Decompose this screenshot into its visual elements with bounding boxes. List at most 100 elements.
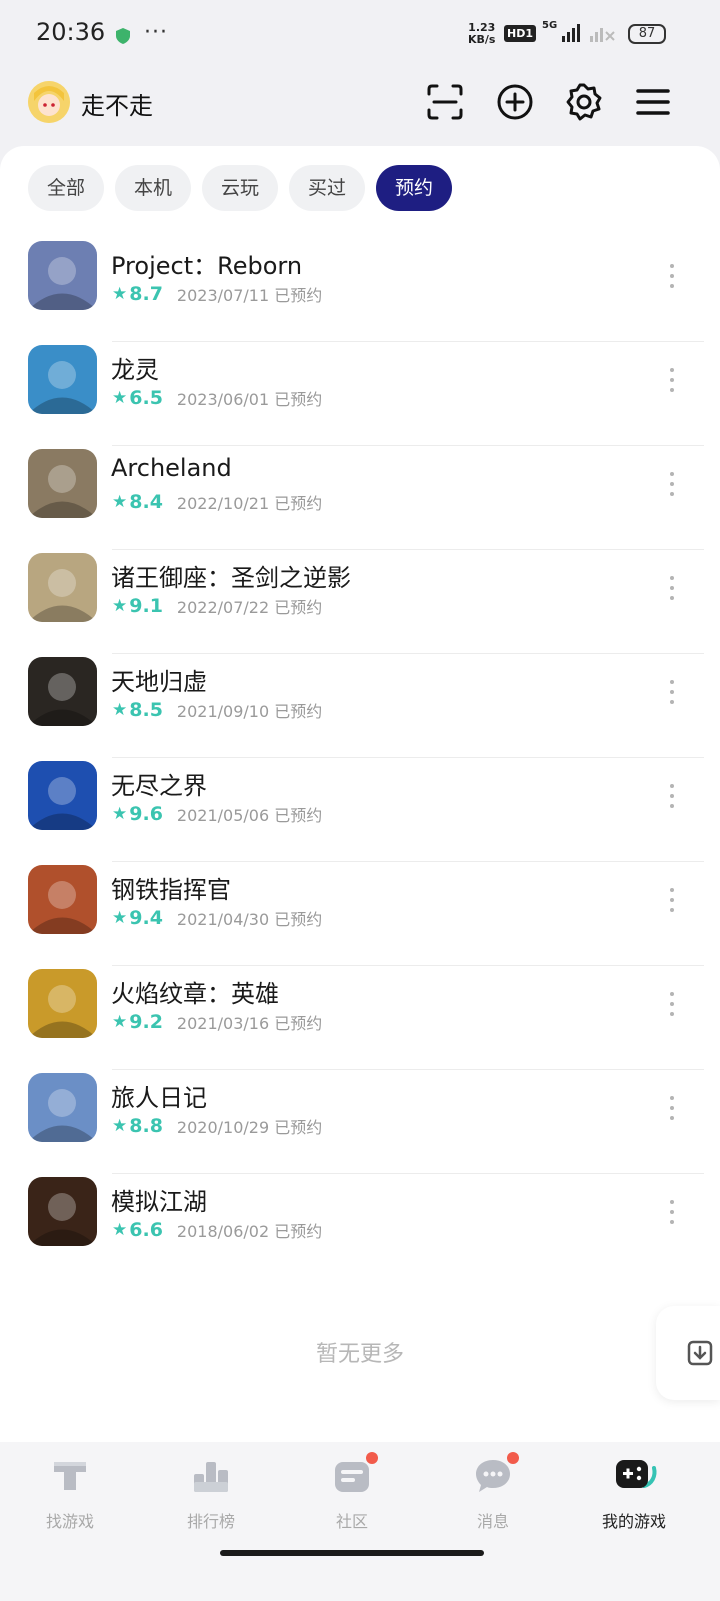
game-icon[interactable]	[28, 865, 97, 934]
tab-cloud[interactable]: 云玩	[202, 165, 278, 211]
home-indicator	[220, 1550, 484, 1556]
game-icon[interactable]	[28, 657, 97, 726]
game-score: 9.2	[129, 1011, 163, 1033]
game-score: 8.5	[129, 699, 163, 721]
download-icon	[687, 1340, 713, 1366]
scan-icon[interactable]	[425, 82, 465, 122]
tab-reserved[interactable]: 预约	[376, 165, 452, 211]
game-list-item[interactable]: 火焰纹章：英雄 ★ 9.2 2021/03/16 已预约	[0, 966, 720, 1070]
game-list-item[interactable]: 旅人日记 ★ 8.8 2020/10/29 已预约	[0, 1070, 720, 1174]
star-icon: ★	[112, 596, 128, 616]
game-name[interactable]: 龙灵	[111, 350, 159, 385]
reserve-date: 2021/09/10 已预约	[176, 702, 323, 721]
nav-messages[interactable]: 消息	[443, 1452, 543, 1532]
bottom-navigation: 找游戏 排行榜 社区 消息 我的游戏	[0, 1442, 720, 1601]
game-meta: ★ 6.6 2018/06/02 已预约	[112, 1218, 322, 1242]
game-name[interactable]: Project：Reborn	[111, 246, 302, 281]
game-name[interactable]: 旅人日记	[111, 1078, 207, 1113]
game-name[interactable]: 钢铁指挥官	[111, 870, 231, 905]
more-options-icon[interactable]	[664, 576, 680, 600]
reserve-date: 2022/07/22 已预约	[176, 598, 323, 617]
game-name[interactable]: 诸王御座：圣剑之逆影	[111, 558, 351, 593]
nav-find-games[interactable]: 找游戏	[20, 1456, 120, 1532]
game-icon[interactable]	[28, 449, 97, 518]
game-meta: ★ 8.8 2020/10/29 已预约	[112, 1114, 322, 1138]
game-meta: ★ 9.4 2021/04/30 已预约	[112, 906, 322, 930]
game-list-item[interactable]: 龙灵 ★ 6.5 2023/06/01 已预约	[0, 342, 720, 446]
more-options-icon[interactable]	[664, 264, 680, 288]
game-score: 9.6	[129, 803, 163, 825]
game-name[interactable]: 无尽之界	[111, 766, 207, 801]
game-icon[interactable]	[28, 761, 97, 830]
hd-badge: HD1	[504, 25, 536, 42]
nav-community[interactable]: 社区	[302, 1452, 402, 1532]
nav-ranking[interactable]: 排行榜	[161, 1456, 261, 1532]
menu-icon[interactable]	[633, 82, 673, 122]
game-name[interactable]: Archeland	[111, 454, 232, 482]
download-manager-button[interactable]	[656, 1306, 720, 1400]
star-icon: ★	[112, 1116, 128, 1136]
more-options-icon[interactable]	[664, 680, 680, 704]
username[interactable]: 走不走	[81, 86, 153, 121]
nav-my-games[interactable]: 我的游戏	[584, 1456, 684, 1532]
game-score: 8.4	[129, 491, 163, 513]
reserve-date: 2021/04/30 已预约	[176, 910, 323, 929]
messages-badge	[507, 1452, 519, 1464]
reserve-date: 2023/07/11 已预约	[176, 286, 323, 305]
game-meta: ★ 8.7 2023/07/11 已预约	[112, 282, 322, 306]
game-list-item[interactable]: 钢铁指挥官 ★ 9.4 2021/04/30 已预约	[0, 862, 720, 966]
more-options-icon[interactable]	[664, 1096, 680, 1120]
game-list-item[interactable]: 诸王御座：圣剑之逆影 ★ 9.1 2022/07/22 已预约	[0, 550, 720, 654]
game-score: 9.4	[129, 907, 163, 929]
game-icon[interactable]	[28, 345, 97, 414]
game-score: 9.1	[129, 595, 163, 617]
more-options-icon[interactable]	[664, 368, 680, 392]
signal-icon	[562, 24, 615, 42]
star-icon: ★	[112, 908, 128, 928]
game-list-item[interactable]: 天地归虚 ★ 8.5 2021/09/10 已预约	[0, 654, 720, 758]
game-score: 8.8	[129, 1115, 163, 1137]
game-meta: ★ 8.5 2021/09/10 已预约	[112, 698, 322, 722]
community-badge	[366, 1452, 378, 1464]
more-notifications-icon: ···	[144, 20, 168, 45]
star-icon: ★	[112, 804, 128, 824]
game-list-item[interactable]: Archeland ★ 8.4 2022/10/21 已预约	[0, 446, 720, 550]
more-options-icon[interactable]	[664, 472, 680, 496]
game-name[interactable]: 模拟江湖	[111, 1182, 207, 1217]
network-speed: 1.23 KB/s	[468, 21, 496, 46]
game-icon[interactable]	[28, 1177, 97, 1246]
no-more-text: 暂无更多	[315, 1342, 404, 1367]
more-options-icon[interactable]	[664, 1200, 680, 1224]
game-name[interactable]: 火焰纹章：英雄	[111, 974, 279, 1009]
add-icon[interactable]	[495, 82, 535, 122]
game-meta: ★ 6.5 2023/06/01 已预约	[112, 386, 322, 410]
game-icon[interactable]	[28, 969, 97, 1038]
avatar[interactable]	[28, 81, 70, 123]
reserved-games-list: Project：Reborn ★ 8.7 2023/07/11 已预约 龙灵 ★ 6.5 20…	[0, 238, 720, 1278]
game-icon[interactable]	[28, 553, 97, 622]
game-list-item[interactable]: 无尽之界 ★ 9.6 2021/05/06 已预约	[0, 758, 720, 862]
reserve-date: 2020/10/29 已预约	[176, 1118, 323, 1137]
game-name[interactable]: 天地归虚	[111, 662, 207, 697]
game-list-item[interactable]: Project：Reborn ★ 8.7 2023/07/11 已预约	[0, 238, 720, 342]
game-list-item[interactable]: 模拟江湖 ★ 6.6 2018/06/02 已预约	[0, 1174, 720, 1278]
more-options-icon[interactable]	[664, 888, 680, 912]
tab-all[interactable]: 全部	[28, 165, 104, 211]
my-games-icon	[616, 1460, 657, 1488]
game-meta: ★ 9.1 2022/07/22 已预约	[112, 594, 322, 618]
more-options-icon[interactable]	[664, 992, 680, 1016]
header: 走不走	[0, 72, 720, 136]
more-options-icon[interactable]	[664, 784, 680, 808]
star-icon: ★	[112, 700, 128, 720]
tab-purchased[interactable]: 买过	[289, 165, 365, 211]
tab-local[interactable]: 本机	[115, 165, 191, 211]
game-icon[interactable]	[28, 1073, 97, 1142]
game-meta: ★ 9.6 2021/05/06 已预约	[112, 802, 322, 826]
star-icon: ★	[112, 1220, 128, 1240]
my-games-panel: 全部 本机 云玩 买过 预约 Project：Reborn ★ 8.7 2023/07…	[0, 146, 720, 1442]
reserve-date: 2021/05/06 已预约	[176, 806, 323, 825]
game-icon[interactable]	[28, 241, 97, 310]
settings-icon[interactable]	[564, 82, 604, 122]
game-meta: ★ 9.2 2021/03/16 已预约	[112, 1010, 322, 1034]
star-icon: ★	[112, 1012, 128, 1032]
